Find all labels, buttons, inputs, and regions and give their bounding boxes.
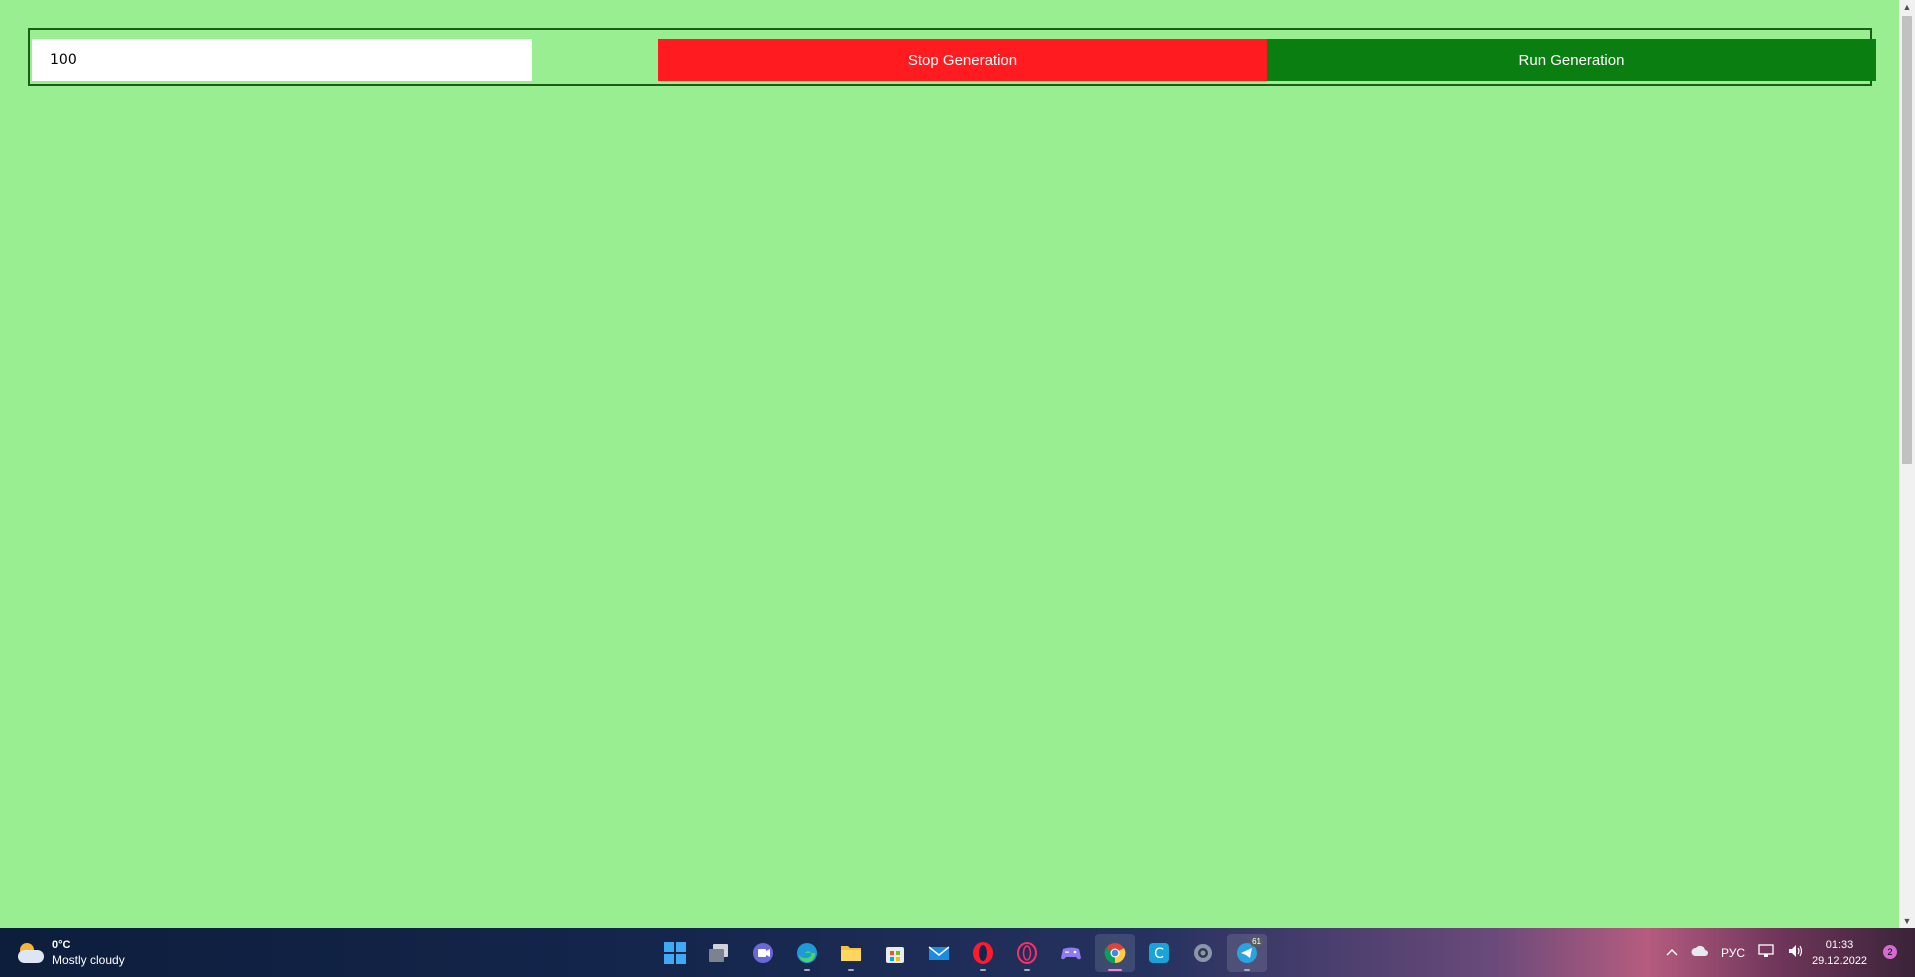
language-indicator[interactable]: РУС <box>1721 946 1745 960</box>
run-generation-label: Run Generation <box>1518 51 1625 69</box>
scroll-up-icon[interactable]: ▲ <box>1899 0 1915 14</box>
volume-icon[interactable] <box>1787 943 1805 962</box>
weather-widget[interactable]: 0°C Mostly cloudy <box>16 938 125 968</box>
notification-badge[interactable]: 2 <box>1883 945 1897 959</box>
c-app-icon[interactable]: C <box>1139 934 1179 972</box>
network-icon[interactable] <box>1757 943 1775 962</box>
edge-icon[interactable] <box>787 934 827 972</box>
vertical-scrollbar[interactable]: ▲ ▼ <box>1899 0 1915 928</box>
chevron-up-icon[interactable] <box>1665 946 1679 960</box>
store-icon[interactable] <box>875 934 915 972</box>
game-controller-icon[interactable] <box>1051 934 1091 972</box>
weather-description: Mostly cloudy <box>52 953 125 967</box>
settings-icon[interactable] <box>1183 934 1223 972</box>
telegram-icon[interactable]: 61 <box>1227 934 1267 972</box>
stop-generation-button[interactable]: Stop Generation <box>658 39 1267 81</box>
scroll-down-icon[interactable]: ▼ <box>1899 914 1915 928</box>
onedrive-cloud-icon[interactable] <box>1691 945 1709 960</box>
start-icon[interactable] <box>655 934 695 972</box>
task-view-icon[interactable] <box>699 934 739 972</box>
opera-icon[interactable] <box>963 934 1003 972</box>
generation-controls: Stop Generation Run Generation <box>28 28 1876 86</box>
taskbar-apps: C 61 <box>655 934 1271 972</box>
chrome-icon[interactable] <box>1095 934 1135 972</box>
file-explorer-icon[interactable] <box>831 934 871 972</box>
clock-date: 29.12.2022 <box>1812 955 1868 967</box>
weather-temperature: 0°C <box>52 939 71 951</box>
chat-icon[interactable] <box>743 934 783 972</box>
cloudy-weather-icon <box>16 941 44 965</box>
mail-icon[interactable] <box>919 934 959 972</box>
system-tray: РУС <box>1665 928 1817 977</box>
stop-generation-label: Stop Generation <box>907 51 1018 69</box>
telegram-unread-badge: 61 <box>1250 937 1263 947</box>
svg-text:C: C <box>1154 946 1164 962</box>
generation-count-input[interactable] <box>32 39 532 81</box>
clock[interactable]: 01:33 29.12.2022 <box>1812 937 1867 969</box>
run-generation-button[interactable]: Run Generation <box>1267 39 1876 81</box>
taskbar: 0°C Mostly cloudy C 61 РУС 01:33 29.12.2… <box>0 928 1915 977</box>
page-background: Stop Generation Run Generation <box>0 0 1899 928</box>
scrollbar-thumb[interactable] <box>1902 16 1912 464</box>
opera-gx-icon[interactable] <box>1007 934 1047 972</box>
clock-time: 01:33 <box>1825 939 1854 951</box>
